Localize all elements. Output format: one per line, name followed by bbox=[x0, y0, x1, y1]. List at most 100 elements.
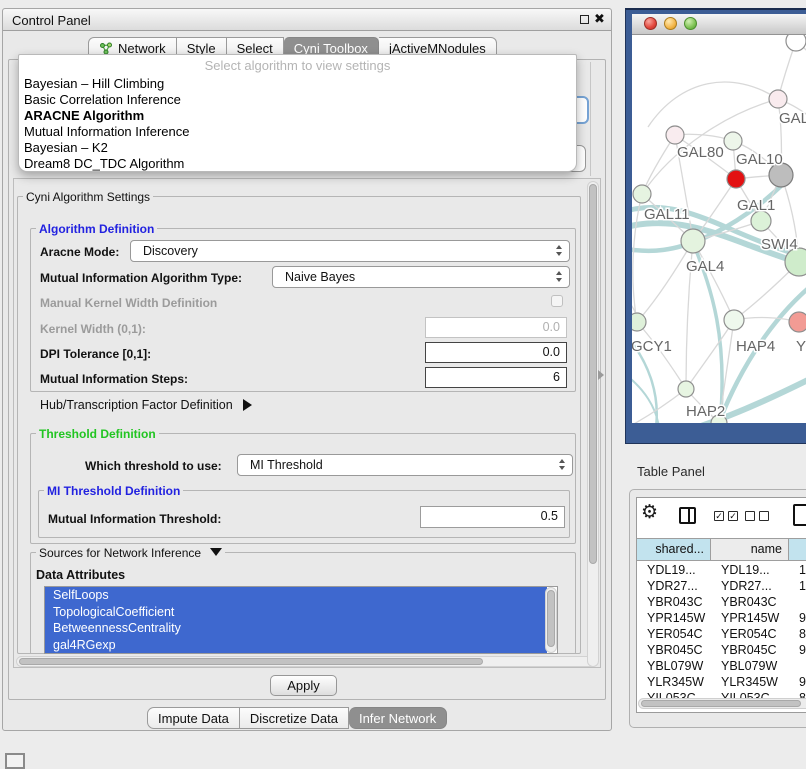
table-cell: YDR27... bbox=[711, 578, 789, 594]
attribute-item-gal4rgexp[interactable]: gal4RGexp bbox=[45, 637, 547, 654]
table-hscrollbar-thumb[interactable] bbox=[641, 700, 801, 707]
threshold-definition-legend: Threshold Definition bbox=[36, 427, 159, 441]
network-node-gal1[interactable] bbox=[751, 211, 771, 231]
algorithm-option-list: Bayesian – Hill ClimbingBasic Correlatio… bbox=[19, 76, 576, 172]
node-label: Y bbox=[796, 338, 806, 355]
aracne-mode-value: Discovery bbox=[143, 244, 198, 258]
network-node[interactable] bbox=[727, 170, 745, 188]
algorithm-option-bayesian-k2[interactable]: Bayesian – K2 bbox=[19, 140, 576, 156]
close-traffic-light-icon[interactable] bbox=[644, 17, 657, 30]
table-cell: 9. bbox=[789, 610, 806, 626]
aracne-mode-select[interactable]: Discovery bbox=[130, 240, 570, 262]
network-node-gal80[interactable] bbox=[666, 126, 684, 144]
settings-vscrollbar[interactable] bbox=[587, 181, 599, 667]
network-canvas[interactable]: GAL2GAL80GAL10GAL1GAL11GAL4SWI4GCY1HAP4Y… bbox=[632, 35, 806, 423]
select-all-rows-icon[interactable]: ✓✓ bbox=[714, 511, 738, 521]
minimized-panel-icon[interactable] bbox=[5, 753, 25, 769]
table-cell: 9. bbox=[789, 642, 806, 658]
table-row[interactable]: YLR345WYLR345W9. bbox=[637, 674, 806, 690]
deselect-all-rows-icon[interactable] bbox=[745, 511, 769, 521]
network-node-gal10[interactable] bbox=[724, 132, 742, 150]
network-node-gcy1[interactable] bbox=[632, 313, 646, 331]
table-row[interactable]: YBR045CYBR045C9. bbox=[637, 642, 806, 658]
table-row[interactable]: YDR27...YDR27...12 bbox=[637, 578, 806, 594]
which-threshold-select[interactable]: MI Threshold bbox=[237, 454, 573, 476]
dpi-tolerance-input[interactable]: 0.0 bbox=[425, 342, 567, 363]
node-label: GAL80 bbox=[677, 144, 724, 161]
column-header-a[interactable]: A bbox=[789, 538, 806, 561]
float-window-icon[interactable] bbox=[580, 15, 589, 24]
table-header-row: shared...nameA bbox=[637, 538, 806, 561]
spinner-arrows-icon bbox=[556, 245, 562, 256]
table-cell: YLR345W bbox=[637, 674, 711, 690]
close-icon[interactable]: ✖ bbox=[594, 11, 605, 27]
algorithm-option-aracne-algorithm[interactable]: ARACNE Algorithm bbox=[19, 108, 576, 124]
minimize-traffic-light-icon[interactable] bbox=[664, 17, 677, 30]
mi-steps-input[interactable]: 6 bbox=[425, 367, 567, 388]
attribute-item-betweennesscentrality[interactable]: BetweennessCentrality bbox=[45, 620, 547, 637]
tab-impute-data[interactable]: Impute Data bbox=[147, 707, 240, 729]
table-cell: 9. bbox=[789, 674, 806, 690]
node-label: HAP4 bbox=[736, 338, 775, 355]
table-settings-gear-icon[interactable]: ⚙ bbox=[641, 503, 658, 523]
attribute-item-topologicalcoefficient[interactable]: TopologicalCoefficient bbox=[45, 604, 547, 621]
settings-vscrollbar-thumb[interactable] bbox=[589, 184, 597, 564]
table-row[interactable]: YBR043CYBR043C bbox=[637, 594, 806, 610]
which-threshold-value: MI Threshold bbox=[250, 458, 323, 472]
zoom-traffic-light-icon[interactable] bbox=[684, 17, 697, 30]
node-label: SWI4 bbox=[761, 236, 798, 253]
table-row[interactable]: YDL19...YDL19...13 bbox=[637, 562, 806, 578]
hub-transcription-factor-expander[interactable]: Hub/Transcription Factor Definition bbox=[40, 398, 252, 412]
column-header-name[interactable]: name bbox=[711, 538, 789, 561]
table-cell: YPR145W bbox=[637, 610, 711, 626]
mi-algorithm-type-select[interactable]: Naive Bayes bbox=[272, 266, 570, 288]
settings-hscrollbar-thumb[interactable] bbox=[19, 658, 483, 665]
table-row[interactable]: YBL079WYBL079W bbox=[637, 658, 806, 674]
attribute-item-selfloops[interactable]: SelfLoops bbox=[45, 587, 547, 604]
spinner-arrows-icon bbox=[556, 271, 562, 282]
table-cell: 12 bbox=[789, 578, 806, 594]
control-panel-title: Control Panel bbox=[12, 13, 91, 28]
settings-hscrollbar[interactable] bbox=[16, 656, 598, 667]
network-node-gal2[interactable] bbox=[769, 90, 787, 108]
pane-resize-grip[interactable] bbox=[598, 370, 604, 380]
tab-infer-network[interactable]: Infer Network bbox=[349, 707, 447, 729]
table-row[interactable]: YER054CYER054C8. bbox=[637, 626, 806, 642]
table-cell bbox=[789, 658, 806, 674]
manual-kernel-width-checkbox[interactable] bbox=[551, 295, 563, 307]
network-node-hap2[interactable] bbox=[678, 381, 694, 397]
algorithm-option-dream8-dc-tdc-algorithm[interactable]: Dream8 DC_TDC Algorithm bbox=[19, 156, 576, 172]
algorithm-option-basic-correlation-inference[interactable]: Basic Correlation Inference bbox=[19, 92, 576, 108]
expand-right-icon bbox=[243, 399, 252, 411]
dpi-tolerance-label: DPI Tolerance [0,1]: bbox=[40, 347, 151, 361]
network-node[interactable] bbox=[786, 35, 806, 51]
network-node-gal11[interactable] bbox=[633, 185, 651, 203]
table-hscrollbar[interactable] bbox=[638, 698, 806, 709]
sources-legend[interactable]: Sources for Network Inference bbox=[36, 546, 225, 560]
network-node-hap4[interactable] bbox=[724, 310, 744, 330]
table-row[interactable]: YPR145WYPR145W9. bbox=[637, 610, 806, 626]
attribute-list-scrollbar[interactable] bbox=[545, 587, 557, 653]
network-node-y[interactable] bbox=[789, 312, 806, 332]
mi-threshold-input[interactable]: 0.5 bbox=[420, 506, 565, 528]
column-header-shared[interactable]: shared... bbox=[637, 538, 711, 561]
mi-threshold-label: Mutual Information Threshold: bbox=[48, 512, 221, 526]
algorithm-option-bayesian-hill-climbing[interactable]: Bayesian – Hill Climbing bbox=[19, 76, 576, 92]
export-table-icon[interactable] bbox=[793, 504, 806, 526]
tab-label: Infer Network bbox=[359, 711, 436, 726]
attribute-list-scrollbar-thumb[interactable] bbox=[547, 590, 555, 647]
algorithm-option-mutual-information-inference[interactable]: Mutual Information Inference bbox=[19, 124, 576, 140]
kernel-width-input[interactable]: 0.0 bbox=[425, 317, 567, 338]
table-cell: YDR27... bbox=[637, 578, 711, 594]
apply-button[interactable]: Apply bbox=[270, 675, 337, 696]
control-panel-titlebar[interactable] bbox=[3, 9, 611, 31]
column-chooser-icon[interactable] bbox=[679, 507, 696, 524]
network-window-titlebar[interactable] bbox=[632, 14, 806, 35]
tab-discretize-data[interactable]: Discretize Data bbox=[240, 707, 349, 729]
tab-label: Discretize Data bbox=[250, 711, 338, 726]
network-node-gal4[interactable] bbox=[681, 229, 705, 253]
which-threshold-label: Which threshold to use: bbox=[85, 459, 222, 473]
aracne-mode-label: Aracne Mode: bbox=[40, 245, 119, 259]
table-cell: YPR145W bbox=[711, 610, 789, 626]
data-attributes-list[interactable]: SelfLoopsTopologicalCoefficientBetweenne… bbox=[44, 586, 558, 654]
